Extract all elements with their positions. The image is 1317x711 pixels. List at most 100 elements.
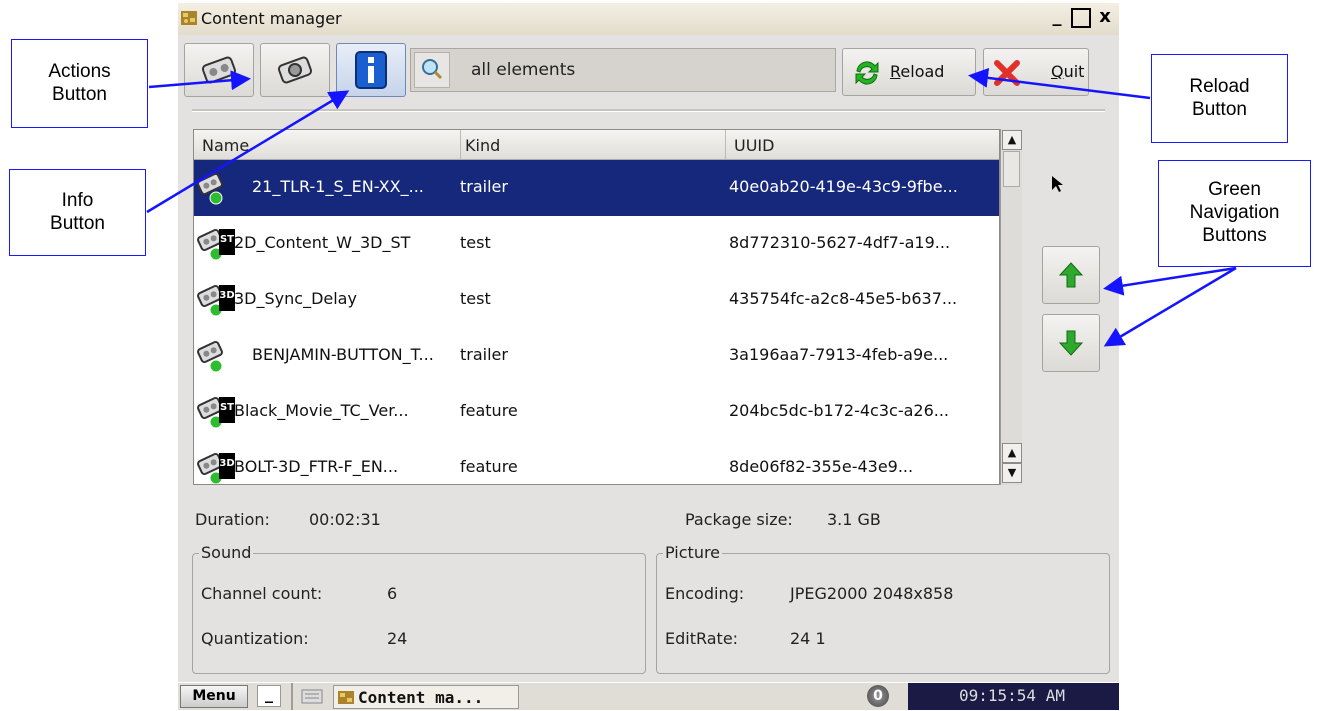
keyboard-icon[interactable] <box>301 689 323 704</box>
search-value[interactable]: all elements <box>471 60 575 80</box>
minimize-button[interactable]: _ <box>1047 8 1067 28</box>
row-name: 3D_Sync_Delay <box>234 289 357 308</box>
scroll-up-arrow[interactable]: ▲ <box>1002 443 1022 463</box>
list-scrollbar[interactable]: ▲ ▲ ▼ <box>1000 129 1022 485</box>
window-title: Content manager <box>201 9 342 28</box>
clock[interactable]: 09:15:54 AM <box>908 683 1119 710</box>
column-divider[interactable] <box>725 130 726 159</box>
row-kind: test <box>460 289 491 308</box>
reload-icon <box>855 61 879 85</box>
column-header-name[interactable]: Name <box>202 136 249 155</box>
app-icon <box>181 11 197 25</box>
content-reel-icon <box>197 172 223 205</box>
content-manager-window: Content manager _ x all elements Reload <box>178 3 1119 708</box>
actions-settings-button[interactable] <box>260 43 330 97</box>
taskbar-task-label: Content ma... <box>358 688 484 707</box>
row-uuid: 435754fc-a2c8-45e5-b637... <box>729 289 958 308</box>
table-row[interactable]: ST Black_Movie_TC_Ver... feature 204bc5d… <box>194 384 999 440</box>
column-divider[interactable] <box>460 130 461 159</box>
title-bar[interactable]: Content manager _ x <box>178 3 1119 35</box>
quantization-value: 24 <box>387 629 408 648</box>
channel-count-label: Channel count: <box>201 584 323 603</box>
mouse-cursor-icon <box>1052 176 1063 192</box>
column-header-kind[interactable]: Kind <box>465 136 500 155</box>
table-row[interactable]: 21_TLR-1_S_EN-XX_... trailer 40e0ab20-41… <box>194 160 999 216</box>
table-row[interactable]: 3D BOLT-3D_FTR-F_EN... feature 8de06f82-… <box>194 440 999 484</box>
row-uuid: 3a196aa7-7913-4feb-a9e... <box>729 345 949 364</box>
sound-group-title: Sound <box>199 543 254 562</box>
scroll-thumb[interactable] <box>1003 151 1020 187</box>
callout-navigation-buttons: Green Navigation Buttons <box>1158 160 1311 267</box>
film-reel-gear-icon <box>277 56 313 84</box>
row-name: Black_Movie_TC_Ver... <box>234 401 409 420</box>
table-row[interactable]: BENJAMIN-BUTTON_T... trailer 3a196aa7-79… <box>194 328 999 384</box>
row-name: BOLT-3D_FTR-F_EN... <box>234 457 399 476</box>
row-name: 21_TLR-1_S_EN-XX_... <box>252 177 424 196</box>
green-up-arrow-icon <box>1058 262 1084 288</box>
column-header-uuid[interactable]: UUID <box>734 136 774 155</box>
row-kind: test <box>460 233 491 252</box>
taskbar-separator <box>291 683 293 710</box>
nav-down-arrow <box>1103 266 1237 347</box>
quit-x-icon <box>994 60 1020 86</box>
editrate-value: 24 1 <box>790 629 826 648</box>
search-field[interactable]: all elements <box>410 48 836 92</box>
row-badge: 3D <box>219 290 234 301</box>
callout-reload-button: Reload Button <box>1151 54 1288 143</box>
nav-down-button[interactable] <box>1042 314 1100 372</box>
clock-time: 09:15:54 AM <box>959 686 1065 705</box>
content-reel-icon <box>197 340 223 373</box>
list-header: Name Kind UUID <box>194 130 999 160</box>
package-size-value: 3.1 GB <box>827 510 881 529</box>
table-row[interactable]: 3D 3D_Sync_Delay test 435754fc-a2c8-45e5… <box>194 272 999 328</box>
row-badge: ST <box>220 234 234 245</box>
row-badge: ST <box>220 402 234 413</box>
duration-label: Duration: <box>195 510 270 529</box>
search-icon[interactable] <box>414 52 450 88</box>
row-kind: trailer <box>460 177 508 196</box>
nav-up-arrow <box>1103 266 1237 296</box>
taskbar-content-manager[interactable]: Content ma... <box>333 685 519 709</box>
editrate-label: EditRate: <box>665 629 739 648</box>
content-list[interactable]: Name Kind UUID 21_TLR-1_S_EN-XX_... trai… <box>193 129 1000 485</box>
app-icon <box>338 691 354 704</box>
encoding-value: JPEG2000 2048x858 <box>790 584 954 603</box>
tray-badge-icon[interactable]: 0 <box>867 685 889 707</box>
row-uuid: 8de06f82-355e-43e9... <box>729 457 914 476</box>
nav-up-button[interactable] <box>1042 246 1100 304</box>
quit-button[interactable]: Quit <box>983 48 1089 96</box>
channel-count-value: 6 <box>387 584 398 603</box>
row-uuid: 8d772310-5627-4df7-a19... <box>729 233 951 252</box>
row-uuid: 204bc5dc-b172-4c3c-a26... <box>729 401 950 420</box>
reload-label: Reload <box>890 62 945 81</box>
quit-label: Quit <box>1051 62 1085 81</box>
duration-value: 00:02:31 <box>309 510 381 529</box>
reload-button[interactable]: Reload <box>842 48 976 96</box>
actions-button[interactable] <box>184 43 254 97</box>
encoding-label: Encoding: <box>665 584 745 603</box>
row-kind: feature <box>460 457 518 476</box>
scroll-down-arrow[interactable]: ▼ <box>1002 463 1022 483</box>
package-size-label: Package size: <box>685 510 793 529</box>
info-icon <box>355 51 387 89</box>
toolbar-separator <box>192 109 1105 112</box>
row-kind: trailer <box>460 345 508 364</box>
taskbar: Menu _ Content ma... 0 09:15:54 AM <box>178 682 1119 710</box>
film-reel-icon <box>201 56 237 84</box>
content-reel-icon: 3D <box>197 284 235 317</box>
table-row[interactable]: ST 2D_Content_W_3D_ST test 8d772310-5627… <box>194 216 999 272</box>
row-badge: 3D <box>219 458 234 469</box>
menu-button[interactable]: Menu <box>180 685 248 708</box>
show-desktop-button[interactable]: _ <box>257 685 281 707</box>
row-name: BENJAMIN-BUTTON_T... <box>252 345 434 364</box>
content-reel-icon: ST <box>197 396 235 429</box>
content-reel-icon: 3D <box>197 452 235 484</box>
row-uuid: 40e0ab20-419e-43c9-9fbe... <box>729 177 958 196</box>
sound-group: Sound Channel count: 6 Quantization: 24 <box>192 543 646 674</box>
callout-actions-button: Actions Button <box>11 39 148 128</box>
scroll-up-arrow[interactable]: ▲ <box>1002 130 1022 150</box>
info-button[interactable] <box>336 43 406 97</box>
maximize-button[interactable] <box>1071 8 1091 28</box>
callout-info-button: Info Button <box>9 169 146 256</box>
close-button[interactable]: x <box>1095 8 1115 28</box>
